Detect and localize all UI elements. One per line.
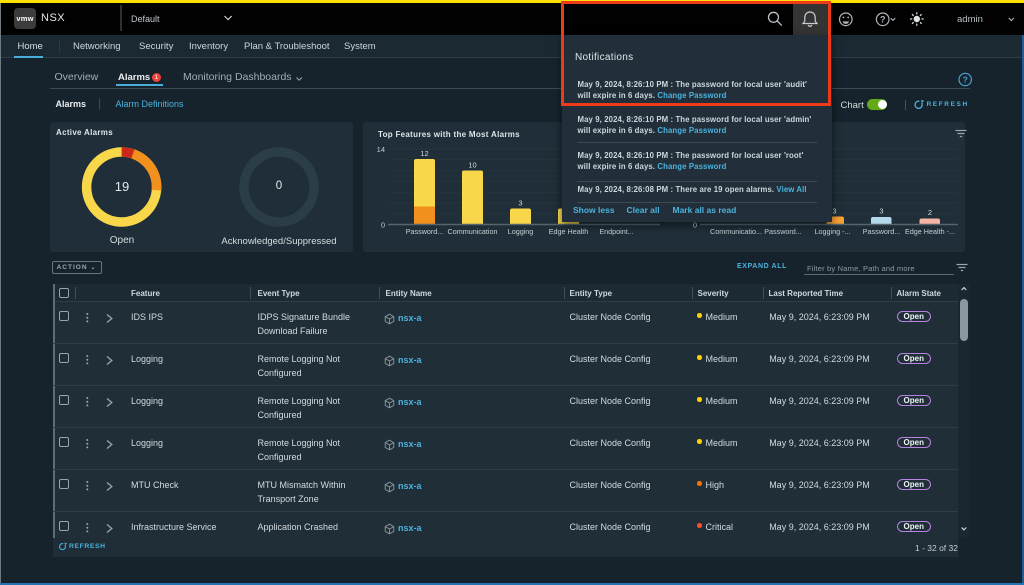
svg-text:?: ? (963, 75, 968, 85)
